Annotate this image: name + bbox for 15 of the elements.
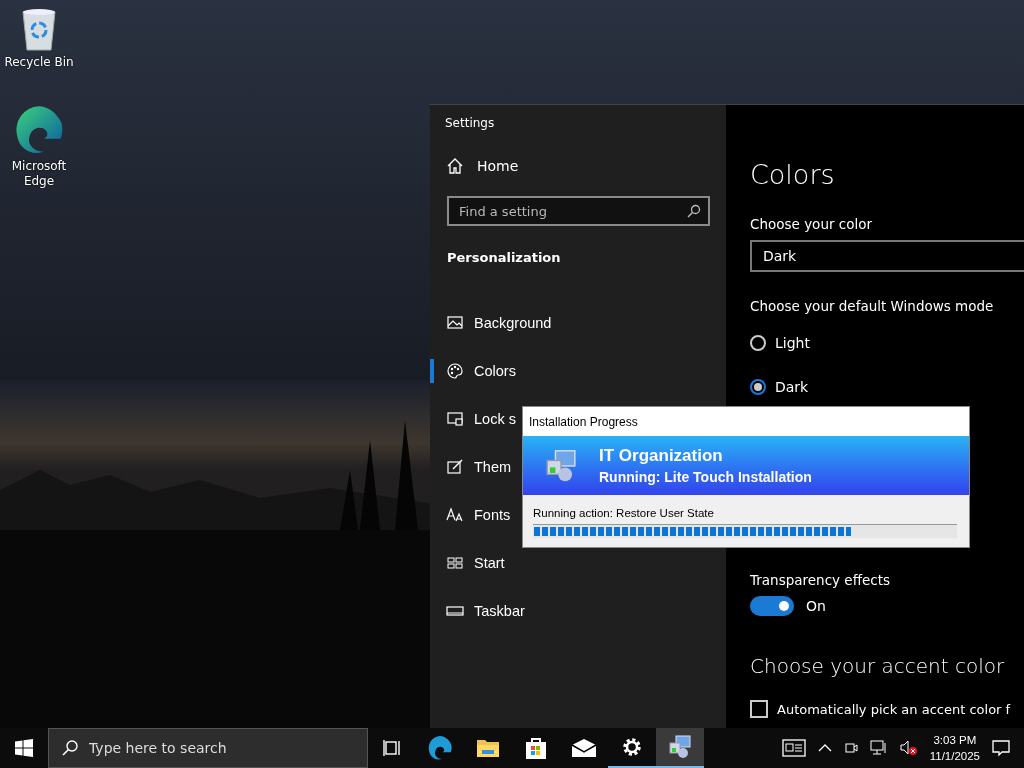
checkbox-label: Automatically pick an accent color f [777, 701, 1011, 717]
section-heading: Choose your accent color [750, 654, 1006, 678]
field-label: Transparency effects [750, 572, 891, 588]
organization-name: IT Organization [599, 446, 724, 466]
field-label: Choose your default Windows mode [750, 298, 995, 314]
section-heading: Personalization [446, 249, 562, 267]
page-title: Colors [750, 159, 836, 190]
radio-label: Light [775, 335, 810, 351]
window-title: Settings [444, 115, 496, 132]
field-label: Choose your color [750, 216, 874, 232]
radio-label: Dark [775, 379, 809, 395]
action-text: Running action: Restore User State [532, 506, 715, 521]
toggle-label: On [806, 598, 826, 614]
task-sequence-name: Running: Lite Touch Installation [599, 469, 812, 485]
dialog-title: Installation Progress [529, 414, 638, 429]
